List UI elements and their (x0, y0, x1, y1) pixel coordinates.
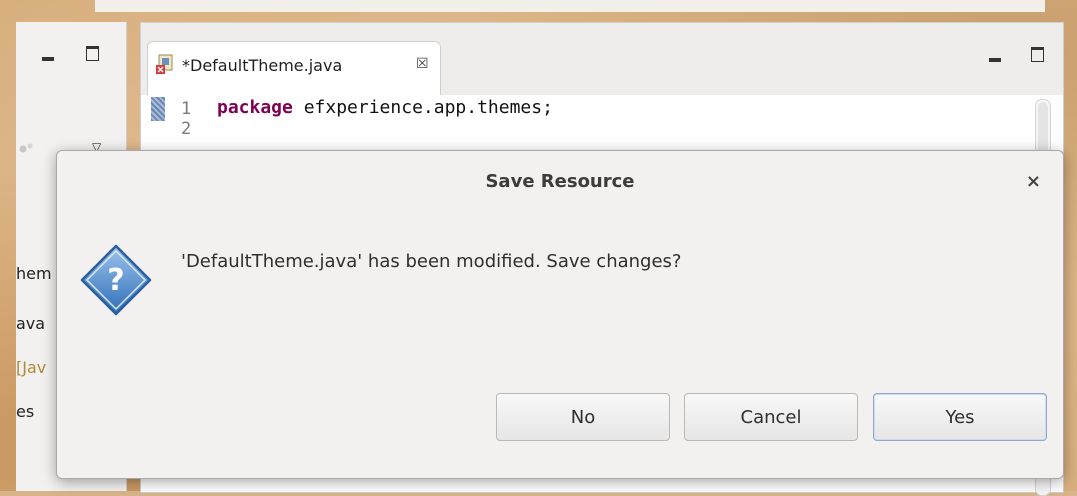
line-number: 1 (181, 99, 192, 119)
code-text: efxperience.app.themes; (292, 97, 553, 118)
question-icon: ? (80, 244, 152, 316)
tree-item[interactable]: es (16, 402, 56, 421)
tree-item[interactable]: hem (16, 264, 56, 283)
tree-item[interactable]: ava (16, 314, 56, 333)
minimize-icon[interactable] (42, 46, 54, 65)
minimize-icon[interactable] (989, 47, 1001, 66)
code-keyword: package (217, 97, 293, 118)
no-button[interactable]: No (496, 393, 670, 441)
dialog-message: 'DefaultTheme.java' has been modified. S… (181, 251, 682, 272)
maximize-icon[interactable] (86, 46, 99, 65)
cancel-button[interactable]: Cancel (684, 393, 858, 441)
editor-tab-bar: *DefaultTheme.java ☒ (141, 23, 1063, 96)
tab-title: *DefaultTheme.java (182, 56, 343, 75)
yes-button[interactable]: Yes (873, 393, 1047, 441)
tree-item[interactable]: [Jav (16, 358, 56, 377)
code-line[interactable]: package efxperience.app.themes; (217, 97, 553, 118)
gears-icon (19, 143, 33, 153)
svg-text:?: ? (107, 263, 124, 298)
maximize-icon[interactable] (1031, 47, 1044, 66)
save-resource-dialog: Save Resource × ? 'DefaultTheme.java' ha… (56, 150, 1064, 479)
line-number: 2 (181, 119, 192, 139)
change-marker (151, 97, 165, 121)
java-file-icon (156, 54, 173, 74)
dialog-title: Save Resource (485, 171, 635, 192)
tab-defaulttheme-java[interactable]: *DefaultTheme.java ☒ (147, 41, 441, 96)
tab-close-icon[interactable]: ☒ (416, 56, 429, 72)
workbench-top-strip (95, 0, 1045, 12)
close-icon[interactable]: × (1026, 171, 1041, 192)
